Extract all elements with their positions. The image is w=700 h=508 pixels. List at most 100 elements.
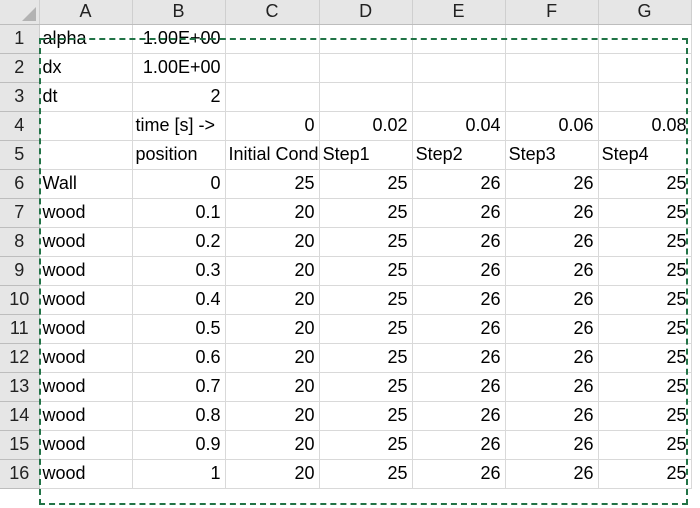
cell-b3[interactable]: 2 (132, 82, 226, 112)
row-header[interactable]: 8 (0, 227, 40, 257)
cell-d4[interactable]: 0.02 (319, 111, 413, 141)
cell-g9[interactable]: 25 (598, 256, 692, 286)
cell-e3[interactable] (412, 82, 506, 112)
cell-a16[interactable]: wood (39, 459, 133, 489)
row-header[interactable]: 1 (0, 24, 40, 54)
cell-d8[interactable]: 25 (319, 227, 413, 257)
cell-e16[interactable]: 26 (412, 459, 506, 489)
cell-b10[interactable]: 0.4 (132, 285, 226, 315)
select-all-corner[interactable] (0, 0, 40, 25)
cell-e2[interactable] (412, 53, 506, 83)
cell-e4[interactable]: 0.04 (412, 111, 506, 141)
cell-e14[interactable]: 26 (412, 401, 506, 431)
cell-a5[interactable] (39, 140, 133, 170)
cell-d12[interactable]: 25 (319, 343, 413, 373)
row-header[interactable]: 5 (0, 140, 40, 170)
row-header[interactable]: 7 (0, 198, 40, 228)
cell-a10[interactable]: wood (39, 285, 133, 315)
cell-e5[interactable]: Step2 (412, 140, 506, 170)
row-header[interactable]: 3 (0, 82, 40, 112)
cell-c8[interactable]: 20 (225, 227, 320, 257)
cell-f1[interactable] (505, 24, 599, 54)
cell-a4[interactable] (39, 111, 133, 141)
cell-g13[interactable]: 25 (598, 372, 692, 402)
cell-c13[interactable]: 20 (225, 372, 320, 402)
cell-g11[interactable]: 25 (598, 314, 692, 344)
cell-f5[interactable]: Step3 (505, 140, 599, 170)
cell-g14[interactable]: 25 (598, 401, 692, 431)
cell-b14[interactable]: 0.8 (132, 401, 226, 431)
cell-d11[interactable]: 25 (319, 314, 413, 344)
cell-c16[interactable]: 20 (225, 459, 320, 489)
cell-c6[interactable]: 25 (225, 169, 320, 199)
cell-b11[interactable]: 0.5 (132, 314, 226, 344)
column-header-a[interactable]: A (39, 0, 133, 25)
cell-f2[interactable] (505, 53, 599, 83)
cell-c15[interactable]: 20 (225, 430, 320, 460)
cell-c5[interactable]: Initial Cond (225, 140, 320, 170)
cell-c11[interactable]: 20 (225, 314, 320, 344)
row-header[interactable]: 11 (0, 314, 40, 344)
cell-d5[interactable]: Step1 (319, 140, 413, 170)
cell-e8[interactable]: 26 (412, 227, 506, 257)
column-header-e[interactable]: E (412, 0, 506, 25)
cell-a13[interactable]: wood (39, 372, 133, 402)
column-header-c[interactable]: C (225, 0, 320, 25)
cell-d10[interactable]: 25 (319, 285, 413, 315)
cell-a11[interactable]: wood (39, 314, 133, 344)
cell-a7[interactable]: wood (39, 198, 133, 228)
cell-f12[interactable]: 26 (505, 343, 599, 373)
cell-c2[interactable] (225, 53, 320, 83)
cell-g1[interactable] (598, 24, 692, 54)
cell-f7[interactable]: 26 (505, 198, 599, 228)
cell-a2[interactable]: dx (39, 53, 133, 83)
cell-g7[interactable]: 25 (598, 198, 692, 228)
cell-g3[interactable] (598, 82, 692, 112)
cell-b6[interactable]: 0 (132, 169, 226, 199)
cell-c1[interactable] (225, 24, 320, 54)
cell-g5[interactable]: Step4 (598, 140, 692, 170)
cell-f3[interactable] (505, 82, 599, 112)
cell-d13[interactable]: 25 (319, 372, 413, 402)
cell-c12[interactable]: 20 (225, 343, 320, 373)
cell-f9[interactable]: 26 (505, 256, 599, 286)
cell-a8[interactable]: wood (39, 227, 133, 257)
cell-a14[interactable]: wood (39, 401, 133, 431)
cell-g4[interactable]: 0.08 (598, 111, 692, 141)
cell-f10[interactable]: 26 (505, 285, 599, 315)
row-header[interactable]: 10 (0, 285, 40, 315)
cell-d7[interactable]: 25 (319, 198, 413, 228)
cell-b1[interactable]: 1.00E+00 (132, 24, 226, 54)
cell-a15[interactable]: wood (39, 430, 133, 460)
row-header[interactable]: 16 (0, 459, 40, 489)
cell-g6[interactable]: 25 (598, 169, 692, 199)
cell-f11[interactable]: 26 (505, 314, 599, 344)
cell-e11[interactable]: 26 (412, 314, 506, 344)
cell-a3[interactable]: dt (39, 82, 133, 112)
row-header[interactable]: 9 (0, 256, 40, 286)
cell-g10[interactable]: 25 (598, 285, 692, 315)
row-header[interactable]: 4 (0, 111, 40, 141)
cell-e13[interactable]: 26 (412, 372, 506, 402)
cell-b15[interactable]: 0.9 (132, 430, 226, 460)
cell-b4[interactable]: time [s] -> (132, 111, 226, 141)
cell-a1[interactable]: alpha (39, 24, 133, 54)
cell-g12[interactable]: 25 (598, 343, 692, 373)
column-header-d[interactable]: D (319, 0, 413, 25)
cell-g8[interactable]: 25 (598, 227, 692, 257)
row-header[interactable]: 13 (0, 372, 40, 402)
cell-f4[interactable]: 0.06 (505, 111, 599, 141)
column-header-g[interactable]: G (598, 0, 692, 25)
cell-e6[interactable]: 26 (412, 169, 506, 199)
cell-e7[interactable]: 26 (412, 198, 506, 228)
row-header[interactable]: 6 (0, 169, 40, 199)
cell-b13[interactable]: 0.7 (132, 372, 226, 402)
cell-g16[interactable]: 25 (598, 459, 692, 489)
row-header[interactable]: 14 (0, 401, 40, 431)
cell-d9[interactable]: 25 (319, 256, 413, 286)
cell-f13[interactable]: 26 (505, 372, 599, 402)
cell-f16[interactable]: 26 (505, 459, 599, 489)
cell-a12[interactable]: wood (39, 343, 133, 373)
cell-c14[interactable]: 20 (225, 401, 320, 431)
cell-g2[interactable] (598, 53, 692, 83)
